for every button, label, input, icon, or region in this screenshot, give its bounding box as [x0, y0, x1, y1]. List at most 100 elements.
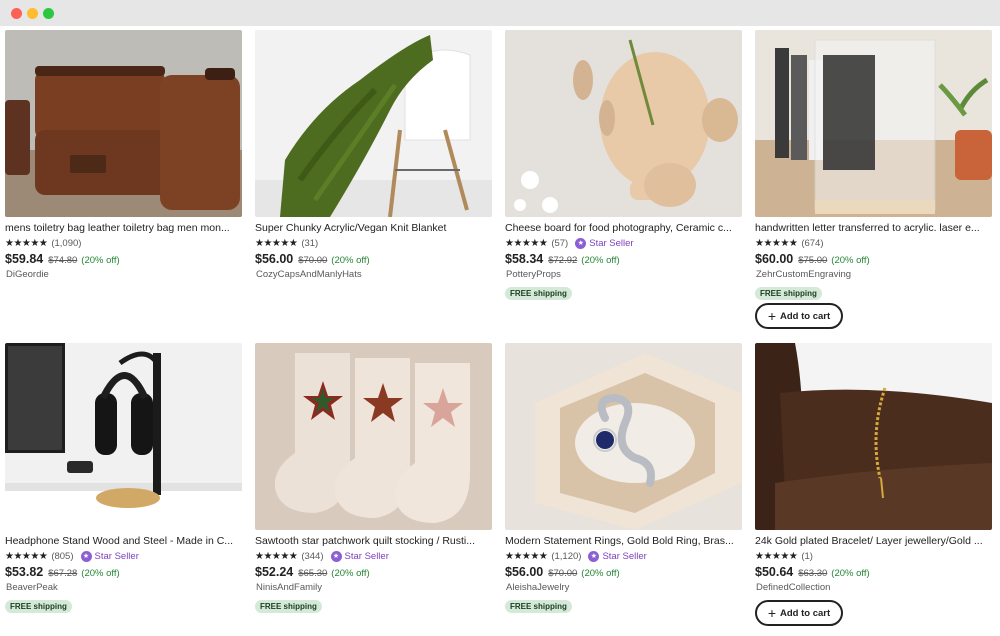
shop-name[interactable]: CozyCapsAndManlyHats: [256, 269, 362, 280]
star-seller-icon: ★: [330, 551, 342, 562]
listing-title[interactable]: Super Chunky Acrylic/Vegan Knit Blanket: [255, 222, 492, 234]
star-seller-label: Star Seller: [344, 551, 389, 562]
price-row: $58.34 $72.92 (20% off): [505, 252, 620, 266]
listing-image-green-chunky-knit-blanket[interactable]: [255, 30, 492, 217]
star-seller-badge: ★ Star Seller: [575, 238, 634, 249]
free-shipping-badge: FREE shipping: [5, 600, 72, 613]
add-to-cart-button[interactable]: + Add to cart: [755, 600, 843, 626]
listing-title[interactable]: 24k Gold plated Bracelet/ Layer jeweller…: [755, 535, 992, 547]
shop-name[interactable]: PotteryProps: [506, 269, 561, 280]
star-seller-badge: ★ Star Seller: [588, 551, 647, 562]
shop-name[interactable]: AleishaJewelry: [506, 582, 569, 593]
price-row: $60.00 $75.00 (20% off): [755, 252, 870, 266]
listing-title[interactable]: Modern Statement Rings, Gold Bold Ring, …: [505, 535, 742, 547]
sale-price: $59.84: [5, 252, 44, 266]
sale-price: $56.00: [505, 565, 544, 579]
discount-label: (20% off): [831, 255, 870, 266]
shop-name[interactable]: DefinedCollection: [756, 582, 830, 593]
review-count: (1,120): [551, 551, 582, 562]
free-shipping-badge: FREE shipping: [505, 287, 572, 300]
rating: ★★★★★ (1,120) ★ Star Seller: [505, 550, 647, 563]
discount-label: (20% off): [331, 568, 370, 579]
listing-image-acrylic-letter-plaque[interactable]: [755, 30, 992, 217]
star-seller-icon: ★: [588, 551, 600, 562]
star-seller-icon: ★: [575, 238, 587, 249]
sale-price: $58.34: [505, 252, 544, 266]
review-count: (674): [801, 238, 824, 249]
price-row: $56.00 $70.00 (20% off): [255, 252, 370, 266]
price-row: $52.24 $65.30 (20% off): [255, 565, 370, 579]
listing-image-ceramic-cheese-board[interactable]: [505, 30, 742, 217]
rating: ★★★★★ (1,090): [5, 237, 81, 250]
rating: ★★★★★ (57) ★ Star Seller: [505, 237, 634, 250]
star-seller-badge: ★ Star Seller: [80, 551, 139, 562]
listing-image-leather-toiletry-bags[interactable]: [5, 30, 242, 217]
discount-label: (20% off): [81, 255, 120, 266]
review-count: (344): [301, 551, 324, 562]
free-shipping-badge: FREE shipping: [255, 600, 322, 613]
review-count: (57): [551, 238, 569, 249]
listing-image-quilted-stockings[interactable]: [255, 343, 492, 530]
shop-name[interactable]: DiGeordie: [6, 269, 49, 280]
maximize-window-button[interactable]: [43, 8, 54, 19]
price-row: $56.00 $70.00 (20% off): [505, 565, 620, 579]
star-seller-label: Star Seller: [602, 551, 647, 562]
sale-price: $50.64: [755, 565, 794, 579]
discount-label: (20% off): [581, 255, 620, 266]
plus-icon: +: [767, 605, 777, 621]
price-row: $53.82 $67.28 (20% off): [5, 565, 120, 579]
listing-image-gold-bracelet-on-wrist[interactable]: [755, 343, 992, 530]
original-price: $70.00: [548, 568, 578, 579]
shop-name[interactable]: NinisAndFamily: [256, 582, 322, 593]
discount-label: (20% off): [831, 568, 870, 579]
free-shipping-badge: FREE shipping: [505, 600, 572, 613]
star-rating-icon: ★★★★★: [5, 551, 48, 562]
minimize-window-button[interactable]: [27, 8, 38, 19]
listing-title[interactable]: Headphone Stand Wood and Steel - Made in…: [5, 535, 242, 547]
review-count: (1,090): [51, 238, 82, 249]
shop-name[interactable]: BeaverPeak: [6, 582, 58, 593]
star-rating-icon: ★★★★★: [755, 551, 798, 562]
original-price: $75.00: [798, 255, 828, 266]
window-titlebar: [0, 0, 1000, 26]
price-row: $59.84 $74.80 (20% off): [5, 252, 120, 266]
original-price: $70.00: [298, 255, 328, 266]
shop-name[interactable]: ZehrCustomEngraving: [756, 269, 851, 280]
star-rating-icon: ★★★★★: [505, 238, 548, 249]
discount-label: (20% off): [331, 255, 370, 266]
discount-label: (20% off): [581, 568, 620, 579]
sale-price: $53.82: [5, 565, 44, 579]
star-rating-icon: ★★★★★: [755, 238, 798, 249]
discount-label: (20% off): [81, 568, 120, 579]
star-seller-label: Star Seller: [94, 551, 139, 562]
original-price: $67.28: [48, 568, 78, 579]
original-price: $65.30: [298, 568, 328, 579]
add-to-cart-label: Add to cart: [780, 310, 831, 322]
star-rating-icon: ★★★★★: [255, 238, 298, 249]
listing-title[interactable]: mens toiletry bag leather toiletry bag m…: [5, 222, 242, 234]
review-count: (1): [801, 551, 813, 562]
rating: ★★★★★ (344) ★ Star Seller: [255, 550, 389, 563]
rating: ★★★★★ (1): [755, 550, 813, 563]
add-to-cart-label: Add to cart: [780, 607, 831, 619]
listing-title[interactable]: Cheese board for food photography, Ceram…: [505, 222, 742, 234]
star-rating-icon: ★★★★★: [5, 238, 48, 249]
listing-title[interactable]: handwritten letter transferred to acryli…: [755, 222, 992, 234]
rating: ★★★★★ (31): [255, 237, 318, 250]
close-window-button[interactable]: [11, 8, 22, 19]
review-count: (805): [51, 551, 74, 562]
listing-image-headphone-stand[interactable]: [5, 343, 242, 530]
plus-icon: +: [767, 308, 777, 324]
free-shipping-badge: FREE shipping: [755, 287, 822, 300]
star-rating-icon: ★★★★★: [505, 551, 548, 562]
price-row: $50.64 $63.30 (20% off): [755, 565, 870, 579]
review-count: (31): [301, 238, 319, 249]
sale-price: $60.00: [755, 252, 794, 266]
add-to-cart-button[interactable]: + Add to cart: [755, 303, 843, 329]
original-price: $63.30: [798, 568, 828, 579]
listing-image-statement-ring-in-box[interactable]: [505, 343, 742, 530]
original-price: $74.80: [48, 255, 78, 266]
sale-price: $56.00: [255, 252, 294, 266]
star-seller-label: Star Seller: [589, 238, 634, 249]
listing-title[interactable]: Sawtooth star patchwork quilt stocking /…: [255, 535, 492, 547]
